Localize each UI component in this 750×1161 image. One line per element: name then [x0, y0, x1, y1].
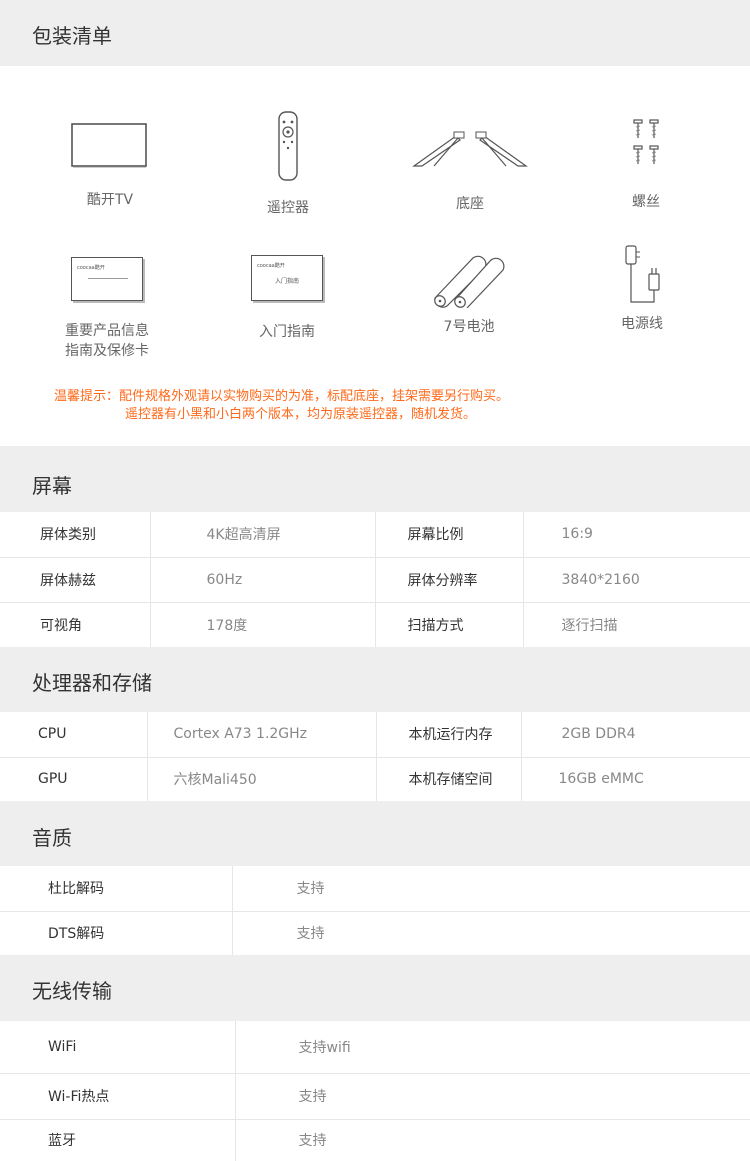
audio-spec-table: 杜比解码 支持 DTS解码 支持 — [0, 866, 750, 956]
spec-value: 4K超高清屏 — [150, 512, 376, 558]
spec-value: 2GB DDR4 — [521, 712, 750, 758]
package-item-power-cord: 电源线 — [552, 244, 732, 334]
processor-section-header: 处理器和存储 — [0, 647, 750, 712]
spec-key: 屏体赫兹 — [0, 557, 151, 603]
package-item-label: 酷开TV — [86, 192, 134, 208]
spec-value: Cortex A73 1.2GHz — [147, 712, 377, 758]
spec-value: 支持 — [235, 1119, 750, 1161]
section-title: 屏幕 — [32, 474, 72, 498]
wireless-section-header: 无线传输 — [0, 955, 750, 1021]
package-item-label: 重要产品信息 — [65, 323, 149, 339]
tv-icon — [71, 123, 147, 168]
table-row: 屏体类别 4K超高清屏 屏幕比例 16:9 — [0, 512, 750, 558]
section-title: 音质 — [32, 826, 72, 850]
spec-key: 本机运行内存 — [376, 712, 522, 758]
package-item-label: 螺丝 — [632, 194, 660, 210]
wireless-spec-table: WiFi 支持wifi Wi-Fi热点 支持 蓝牙 支持 — [0, 1021, 750, 1161]
table-row: 杜比解码 支持 — [0, 866, 750, 912]
package-item-tv: 酷开TV — [20, 122, 200, 210]
spec-value: 60Hz — [150, 557, 376, 603]
spec-value: 六核Mali450 — [147, 757, 377, 802]
notice-line-1: 温馨提示：配件规格外观请以实物购买的为准，标配底座，挂架需要另行购买。 — [54, 389, 510, 404]
package-item-stand: 底座 — [380, 130, 560, 214]
warranty-card-icon: coocaa酷开 — [71, 257, 143, 301]
spec-key: 杜比解码 — [0, 866, 233, 912]
package-item-label-line2: 指南及保修卡 — [65, 343, 149, 359]
battery-icon — [434, 255, 505, 308]
guide-icon: coocaa酷开 入门指南 — [251, 255, 323, 301]
package-item-warranty-card: coocaa酷开 重要产品信息 指南及保修卡 — [17, 257, 197, 361]
spec-key: 本机存储空间 — [376, 757, 522, 802]
spec-value: 178度 — [150, 602, 376, 648]
processor-spec-table: CPU Cortex A73 1.2GHz 本机运行内存 2GB DDR4 GP… — [0, 712, 750, 802]
remote-icon — [278, 111, 298, 181]
package-item-remote: 遥控器 — [198, 110, 378, 218]
package-section-header: 包装清单 — [0, 0, 750, 66]
spec-key: DTS解码 — [0, 911, 233, 956]
power-cord-icon — [625, 245, 660, 303]
package-contents: 酷开TV 遥控器 底座 螺丝 coocaa酷开 重要产品信息 指南及保修卡 co… — [0, 66, 750, 446]
table-row: 蓝牙 支持 — [0, 1119, 750, 1161]
spec-value: 16:9 — [523, 512, 750, 558]
table-row: 屏体赫兹 60Hz 屏体分辨率 3840*2160 — [0, 557, 750, 603]
package-item-label: 电源线 — [621, 316, 663, 332]
spec-key: GPU — [0, 757, 148, 802]
package-item-battery: 7号电池 — [379, 250, 559, 337]
screen-spec-table: 屏体类别 4K超高清屏 屏幕比例 16:9 屏体赫兹 60Hz 屏体分辨率 38… — [0, 512, 750, 648]
screws-icon — [633, 119, 659, 164]
spec-key: 屏体类别 — [0, 512, 151, 558]
package-item-label: 入门指南 — [259, 324, 315, 340]
table-row: GPU 六核Mali450 本机存储空间 16GB eMMC — [0, 757, 750, 802]
spec-value: 支持 — [235, 1073, 750, 1120]
table-row: 可视角 178度 扫描方式 逐行扫描 — [0, 602, 750, 648]
package-item-screws: 螺丝 — [556, 118, 736, 212]
spec-key: WiFi — [0, 1021, 236, 1074]
package-item-guide: coocaa酷开 入门指南 入门指南 — [197, 255, 377, 342]
stand-icon — [412, 131, 528, 167]
spec-key: 屏幕比例 — [375, 512, 524, 558]
spec-key: 可视角 — [0, 602, 151, 648]
table-row: CPU Cortex A73 1.2GHz 本机运行内存 2GB DDR4 — [0, 712, 750, 758]
package-item-label: 遥控器 — [267, 200, 309, 216]
card-logo-text: coocaa酷开 — [257, 263, 285, 269]
spec-value: 支持wifi — [235, 1021, 750, 1074]
section-title: 处理器和存储 — [32, 671, 152, 695]
spec-key: 屏体分辨率 — [375, 557, 524, 603]
spec-value: 16GB eMMC — [521, 757, 750, 802]
spec-value: 支持 — [232, 911, 750, 956]
card-title-text: 入门指南 — [274, 278, 299, 285]
spec-key: 蓝牙 — [0, 1119, 236, 1161]
section-title: 无线传输 — [32, 979, 112, 1003]
package-item-label: 7号电池 — [443, 319, 495, 335]
package-item-label: 底座 — [456, 196, 484, 212]
spec-value: 3840*2160 — [523, 557, 750, 603]
spec-value: 逐行扫描 — [523, 602, 750, 648]
spec-key: Wi-Fi热点 — [0, 1073, 236, 1120]
table-row: Wi-Fi热点 支持 — [0, 1073, 750, 1120]
notice-line-2: 遥控器有小黑和小白两个版本，均为原装遥控器，随机发货。 — [125, 407, 477, 422]
card-logo-text: coocaa酷开 — [77, 265, 105, 271]
spec-value: 支持 — [232, 866, 750, 912]
package-notice: 温馨提示：配件规格外观请以实物购买的为准，标配底座，挂架需要另行购买。 遥控器有… — [54, 388, 714, 424]
section-title: 包装清单 — [32, 24, 112, 48]
audio-section-header: 音质 — [0, 801, 750, 866]
table-row: WiFi 支持wifi — [0, 1021, 750, 1074]
table-row: DTS解码 支持 — [0, 911, 750, 956]
spec-key: CPU — [0, 712, 148, 758]
spec-key: 扫描方式 — [375, 602, 524, 648]
screen-section-header: 屏幕 — [0, 446, 750, 512]
